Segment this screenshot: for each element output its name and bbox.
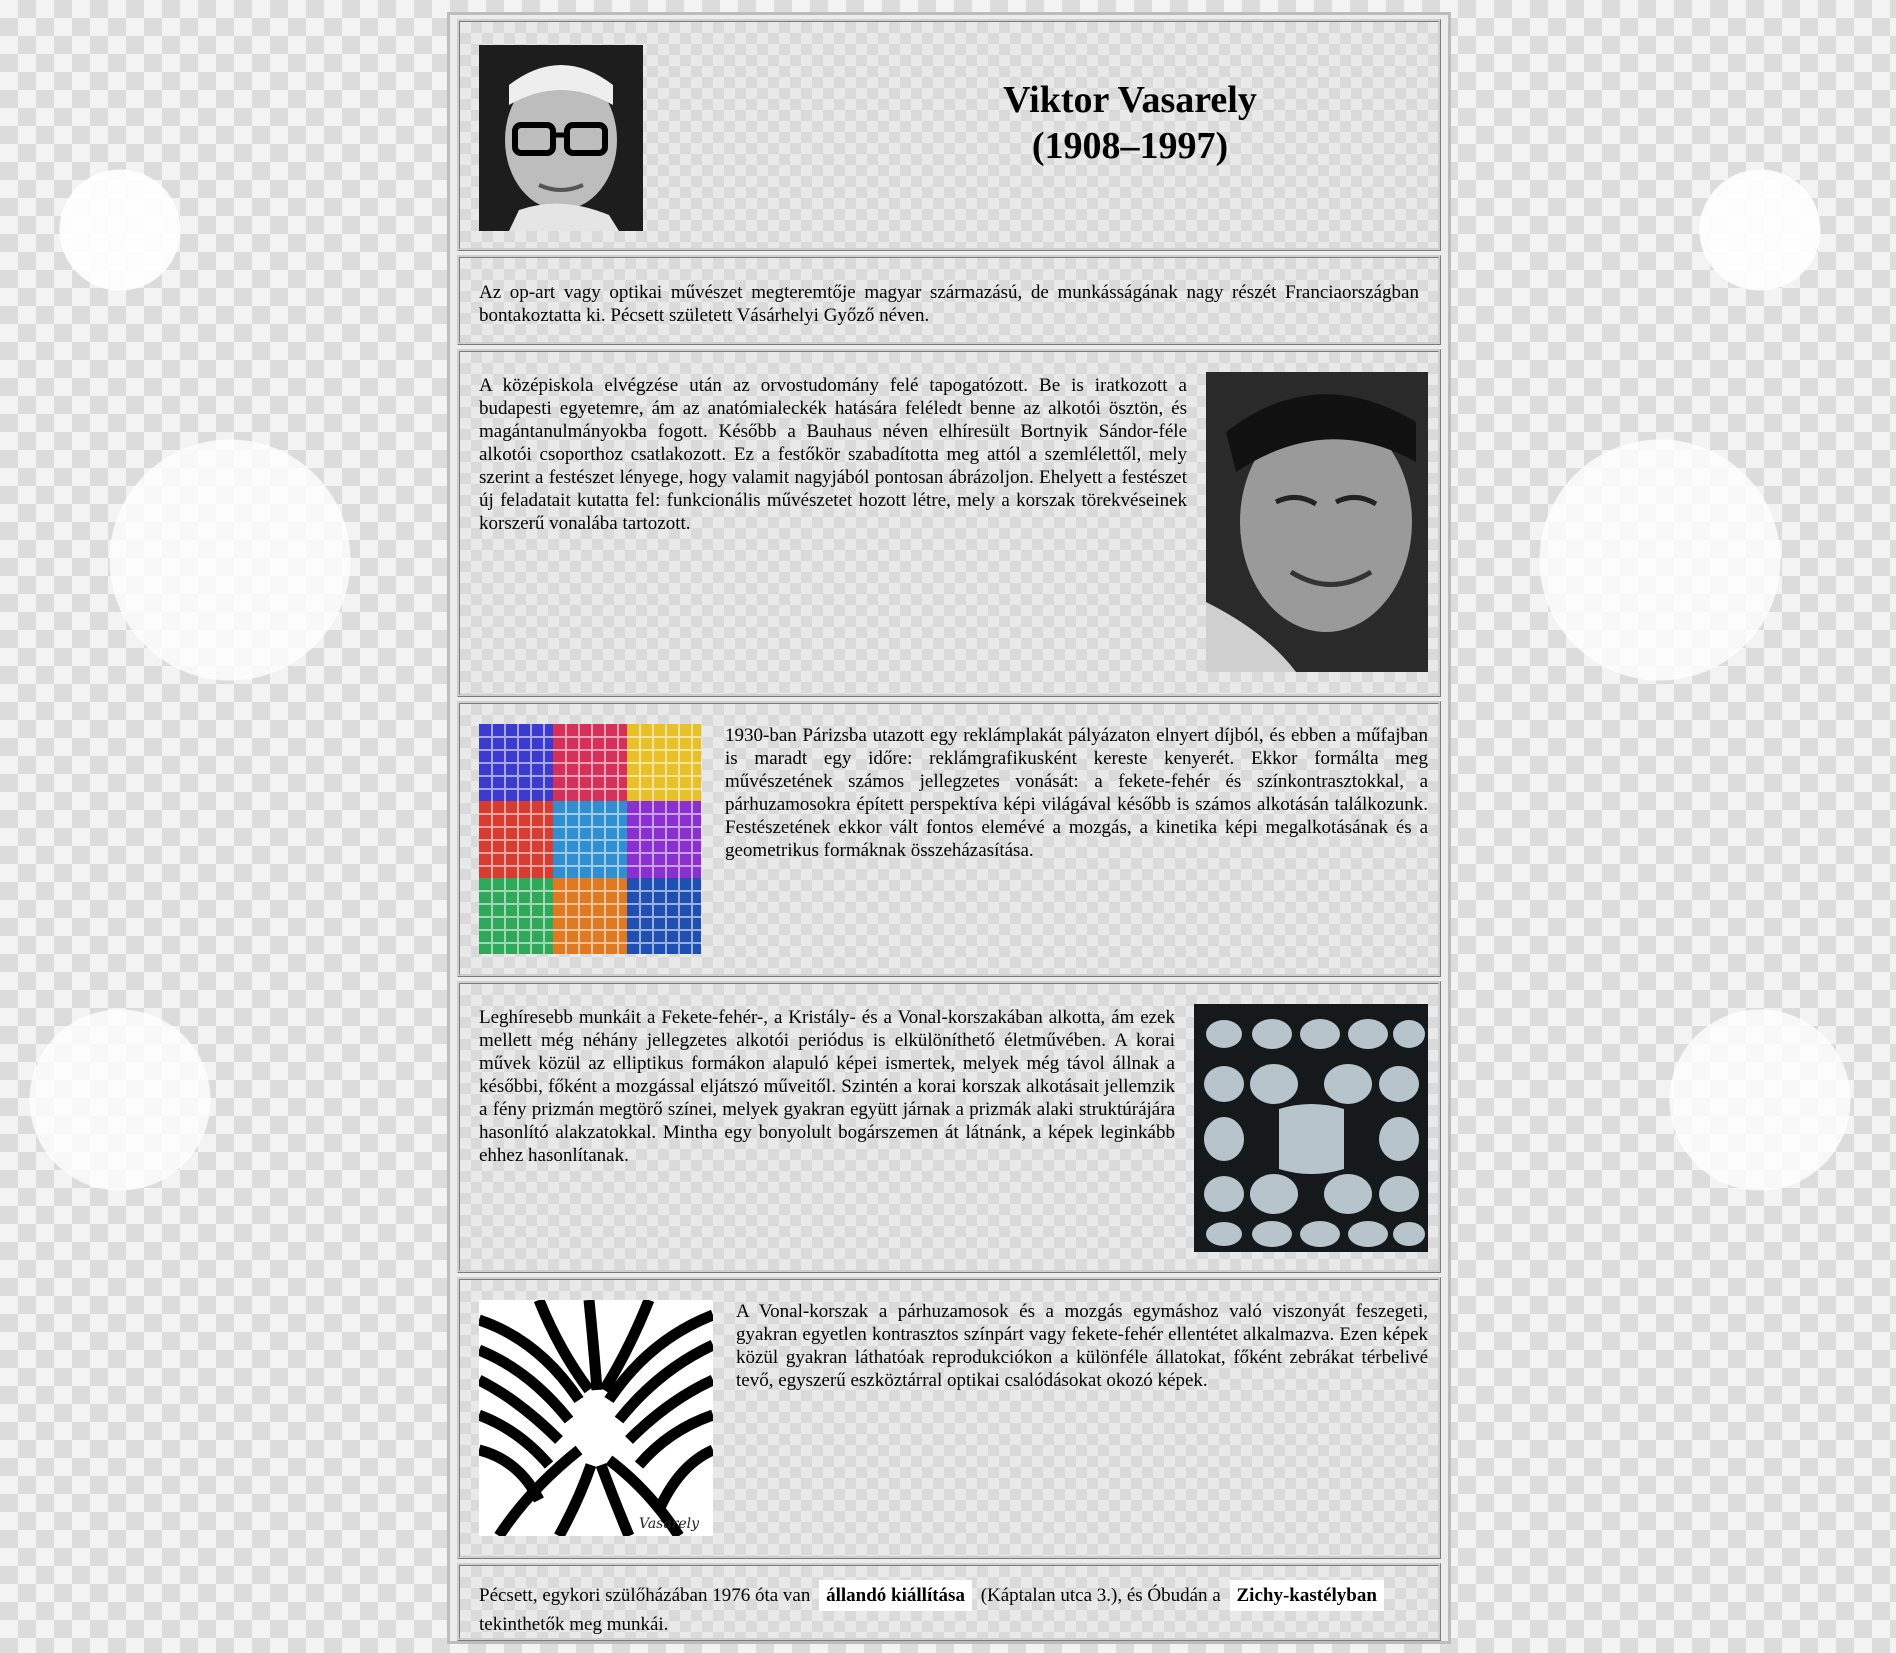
section-4-text: A Vonal-korszak a párhuzamosok és a mozg… [736,1301,1428,1391]
section-3-text: Leghíresebb munkáit a Fekete-fehér-, a K… [479,1007,1175,1166]
footer-cell: Pécsett, egykori szülőházában 1976 óta v… [457,1563,1441,1641]
zichy-castle-link[interactable]: Zichy-kastélyban [1229,1580,1384,1611]
header-cell: Viktor Vasarely (1908–1997) [457,19,1441,251]
footer-text-after: tekinthetők meg munkái. [479,1614,669,1635]
black-white-ellipse-artwork [1194,1004,1428,1252]
section-3-cell: Leghíresebb munkáit a Fekete-fehér-, a K… [457,981,1441,1273]
artist-years: (1908–1997) [1031,125,1229,167]
section-2-cell: 1930-ban Párizsba utazott egy reklámplak… [457,701,1441,977]
intro-text: Az op-art vagy optikai művészet megterem… [479,282,1419,326]
page-frame: Viktor Vasarely (1908–1997) Az op-art va… [447,12,1451,1644]
footer-text-before: Pécsett, egykori szülőházában 1976 óta v… [479,1585,811,1606]
section-2-text: 1930-ban Párizsba utazott egy reklámplak… [725,725,1428,861]
page-title: Viktor Vasarely (1908–1997) [900,77,1360,169]
vasarely-young-portrait [1206,372,1428,672]
vasarely-old-portrait [479,45,643,231]
section-1-cell: A középiskola elvégzése után az orvostud… [457,349,1441,697]
zebra-artwork: Vasarely [479,1300,713,1536]
artwork-signature: Vasarely [639,1516,700,1532]
footer-text-middle: (Káptalan utca 3.), és Óbudán a [980,1585,1221,1606]
footer-text: Pécsett, egykori szülőházában 1976 óta v… [479,1580,1419,1638]
section-1-text: A középiskola elvégzése után az orvostud… [479,375,1187,534]
permanent-exhibition-link[interactable]: állandó kiállítása [819,1580,972,1611]
colorful-grid-artwork [479,724,701,954]
intro-cell: Az op-art vagy optikai művészet megterem… [457,255,1441,345]
section-4-cell: Vasarely A Vonal-korszak a párhuzamosok … [457,1277,1441,1559]
artist-name: Viktor Vasarely [1003,79,1257,121]
